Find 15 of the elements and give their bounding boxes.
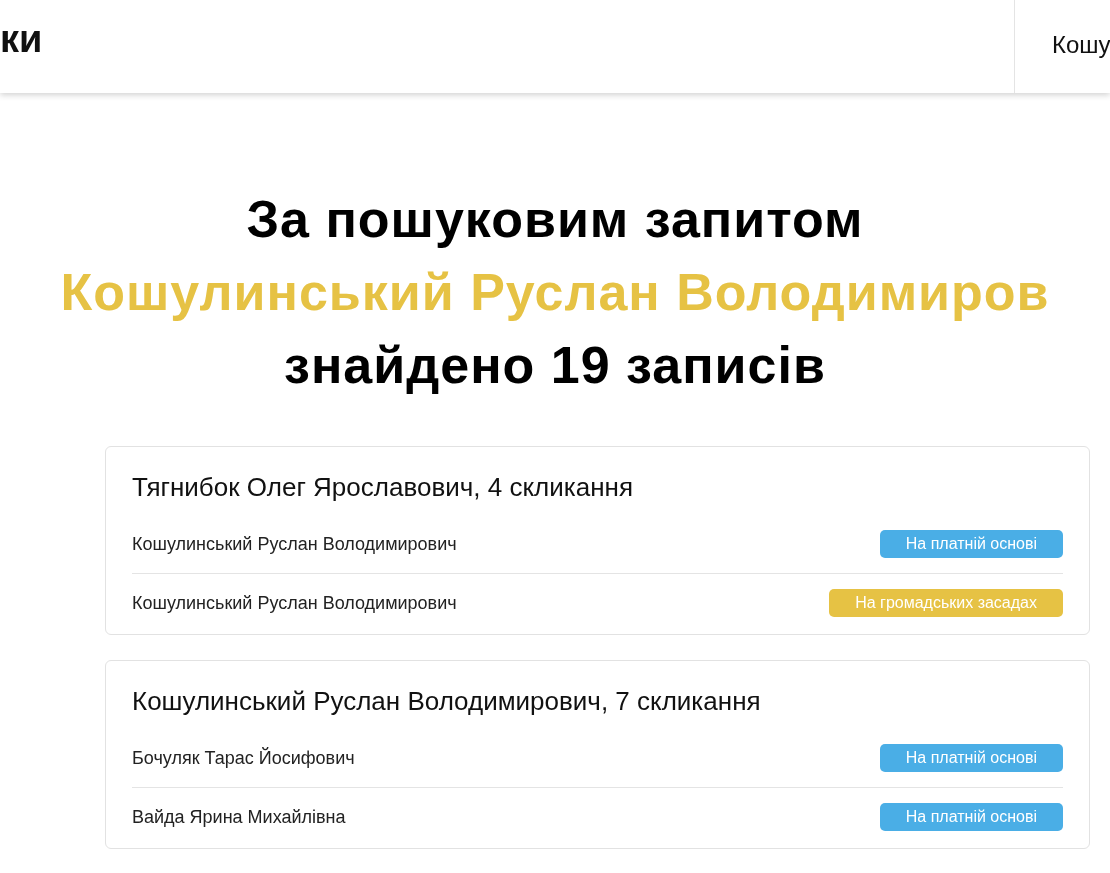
person-name: Вайда Ярина Михайлівна	[132, 806, 346, 828]
status-tag: На громадських засадах	[829, 589, 1063, 617]
result-count: знайдено 19 записів	[283, 335, 827, 396]
search-field[interactable]: Кошу	[1014, 0, 1110, 93]
logo-text[interactable]: ки	[0, 18, 43, 61]
status-tag: На платній основі	[879, 803, 1063, 831]
heading-text: За пошуковим запитом	[245, 189, 865, 250]
person-name: Бочуляк Тарас Йосифович	[132, 747, 355, 769]
card-title[interactable]: Кошулинський Руслан Володимирович, 7 скликання	[132, 686, 1063, 717]
search-query: Кошулинський Руслан Володимиров	[59, 262, 1051, 323]
person-name: Кошулинський Руслан Володимирович	[132, 533, 457, 555]
card-title[interactable]: Тягнибок Олег Ярославович, 4 скликання	[132, 472, 1063, 503]
status-tag: На платній основі	[879, 744, 1063, 772]
status-tag: На платній основі	[879, 530, 1063, 558]
person-name: Кошулинський Руслан Володимирович	[132, 592, 457, 614]
